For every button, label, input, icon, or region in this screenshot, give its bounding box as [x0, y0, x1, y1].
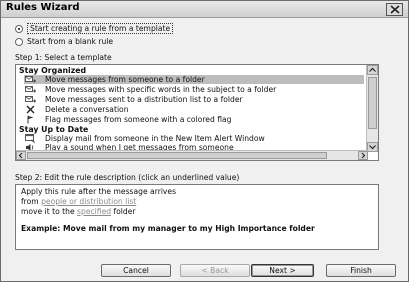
step1-label: Step 1: Select a template [15, 53, 112, 62]
list-item-label: Move messages from someone to a folder [45, 75, 205, 84]
list-item-flag-messages[interactable]: Flag messages from someone with a colore… [24, 115, 364, 124]
description-from-text: from [21, 197, 42, 206]
rule-description-box: Apply this rule after the message arrive… [15, 184, 379, 250]
vertical-scrollbar[interactable] [366, 65, 378, 152]
radio-button[interactable] [15, 37, 23, 46]
step2-label: Step 2: Edit the rule description (click… [15, 173, 240, 182]
title-bar: Rules Wizard [1, 1, 408, 18]
radio-from-blank[interactable]: Start from a blank rule [15, 36, 113, 47]
description-line-1: Apply this rule after the message arrive… [21, 187, 177, 196]
horizontal-scrollbar[interactable] [16, 150, 368, 160]
chevron-right-icon [361, 152, 366, 159]
envelope-move-icon [24, 85, 36, 94]
list-item-move-by-subject[interactable]: Move messages with specific words in the… [24, 85, 364, 94]
group-heading-stay-organized: Stay Organized [19, 66, 87, 75]
finish-button[interactable]: Finish [326, 264, 396, 277]
next-button[interactable]: Next > [251, 264, 314, 277]
rules-wizard-dialog: Rules Wizard Start creating a rule from … [0, 0, 409, 282]
description-line-2: from people or distribution list [21, 197, 136, 206]
specified-folder-link[interactable]: specified [77, 207, 111, 216]
people-or-distribution-list-link[interactable]: people or distribution list [41, 197, 136, 206]
cancel-button[interactable]: Cancel [101, 264, 171, 277]
scroll-up-button[interactable] [367, 65, 378, 75]
close-icon [390, 5, 400, 14]
list-item-label: Move messages with specific words in the… [45, 85, 277, 94]
scroll-left-button[interactable] [16, 151, 26, 160]
dialog-title: Rules Wizard [6, 2, 80, 13]
chevron-up-icon [369, 67, 376, 72]
list-item-label: Display mail from someone in the New Ite… [45, 134, 265, 143]
hscroll-thumb[interactable] [27, 152, 327, 159]
flag-icon [24, 115, 36, 124]
description-line-3: move it to the specified folder [21, 207, 136, 216]
radio-from-template[interactable]: Start creating a rule from a template [15, 23, 174, 34]
back-button[interactable]: < Back [180, 264, 250, 277]
scroll-thumb[interactable] [368, 77, 377, 129]
list-item-move-from-someone[interactable]: Move messages from someone to a folder [24, 75, 364, 84]
list-item-move-distribution-list[interactable]: Move messages sent to a distribution lis… [24, 95, 364, 104]
chevron-left-icon [18, 152, 23, 159]
list-item-delete-conversation[interactable]: Delete a conversation [24, 105, 364, 114]
alert-window-icon [24, 134, 36, 143]
list-item-label: Flag messages from someone with a colore… [45, 115, 232, 124]
list-item-label: Move messages sent to a distribution lis… [45, 95, 243, 104]
envelope-move-icon [24, 95, 36, 104]
scroll-down-button[interactable] [367, 142, 378, 152]
description-move-text: move it to the [21, 207, 78, 216]
radio-from-blank-label: Start from a blank rule [27, 37, 114, 46]
description-folder-text: folder [111, 207, 136, 216]
group-heading-stay-up-to-date: Stay Up to Date [19, 125, 89, 134]
close-button[interactable] [386, 3, 403, 16]
template-list[interactable]: Stay Organized Move messages from someon… [15, 64, 379, 161]
delete-x-icon [24, 105, 36, 114]
radio-from-template-label: Start creating a rule from a template [27, 23, 174, 34]
scroll-right-button[interactable] [358, 151, 368, 160]
list-item-display-alert[interactable]: Display mail from someone in the New Ite… [24, 134, 364, 143]
radio-button-checked[interactable] [15, 24, 23, 33]
chevron-down-icon [369, 145, 376, 150]
envelope-move-icon [24, 75, 36, 84]
example-text: Example: Move mail from my manager to my… [21, 224, 315, 233]
list-item-label: Delete a conversation [45, 105, 129, 114]
